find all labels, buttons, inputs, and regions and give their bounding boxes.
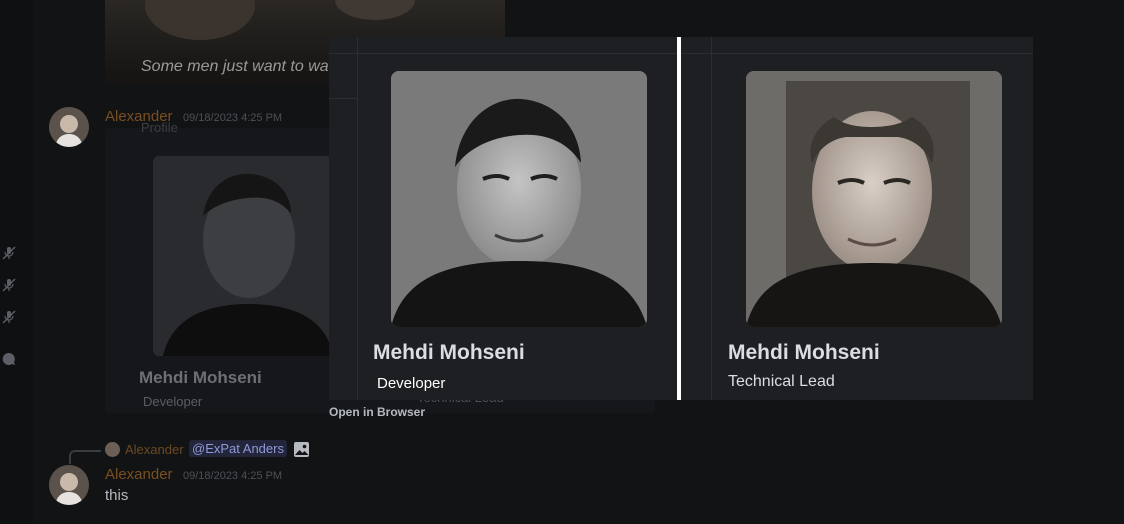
- embed-title-fragment: Profile: [141, 120, 178, 135]
- embed-name-dimmed: Mehdi Mohseni: [139, 368, 262, 387]
- left-rail: [0, 0, 33, 524]
- profile-photo-right: [746, 71, 1002, 327]
- message-timestamp: 09/18/2023 4:25 PM: [183, 470, 283, 482]
- reply-mention[interactable]: @ExPat Anders: [189, 440, 287, 457]
- card-name-left: Mehdi Mohseni: [373, 341, 525, 364]
- message-text: this: [105, 487, 129, 504]
- mic-muted-icon[interactable]: [2, 246, 16, 260]
- reply-avatar[interactable]: [105, 442, 120, 457]
- card-name-right: Mehdi Mohseni: [728, 341, 880, 364]
- reply-author[interactable]: Alexander: [125, 442, 184, 457]
- image-comparison-overlay[interactable]: Mehdi Mohseni Developer Mehdi Mohseni Te…: [329, 37, 1033, 400]
- avatar[interactable]: [49, 465, 89, 505]
- card-role-left: Developer: [377, 375, 446, 392]
- embed-role-dimmed: Developer: [143, 394, 203, 409]
- avatar[interactable]: [49, 107, 89, 147]
- image-icon[interactable]: [293, 441, 310, 458]
- comparison-pane-left: Mehdi Mohseni Developer: [329, 37, 677, 400]
- chat-bubble-icon[interactable]: [2, 352, 16, 366]
- open-in-browser-link[interactable]: Open in Browser: [329, 405, 425, 419]
- reply-connector: [69, 450, 101, 464]
- message-timestamp: 09/18/2023 4:25 PM: [183, 112, 283, 124]
- mic-muted-icon[interactable]: [2, 278, 16, 292]
- profile-photo-dimmed: [153, 156, 333, 356]
- comparison-pane-right: Mehdi Mohseni Technical Lead: [681, 37, 1033, 400]
- profile-photo-left: [391, 71, 647, 327]
- mic-muted-icon[interactable]: [2, 310, 16, 324]
- image-caption: Some men just want to wa: [141, 58, 329, 75]
- card-role-right: Technical Lead: [728, 373, 835, 390]
- message-author[interactable]: Alexander: [105, 466, 173, 483]
